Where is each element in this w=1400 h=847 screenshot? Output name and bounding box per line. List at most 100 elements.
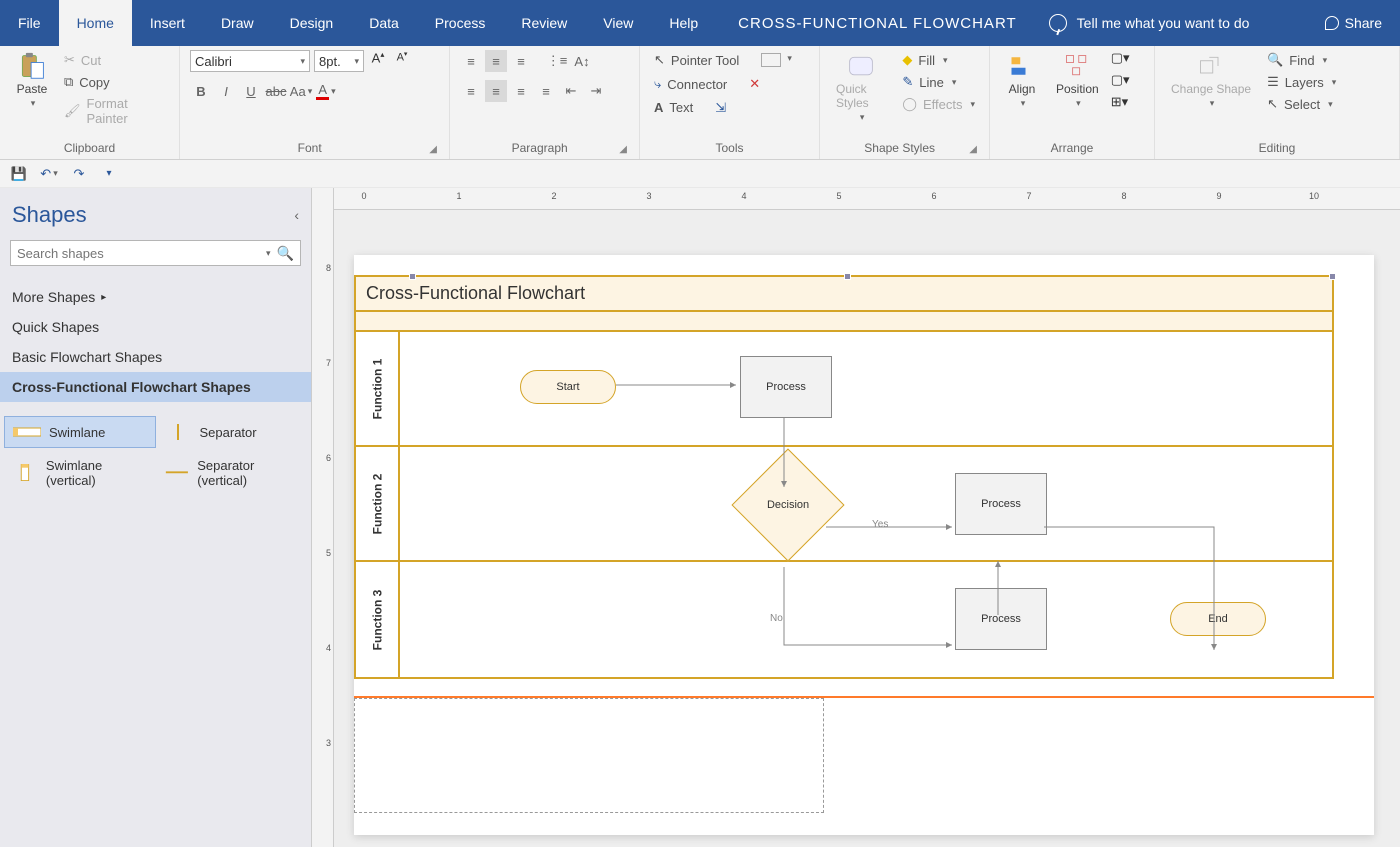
tab-view[interactable]: View bbox=[585, 0, 651, 46]
bring-front-button[interactable]: ▢▾ bbox=[1111, 50, 1130, 66]
format-painter-button[interactable]: 🖌Format Painter bbox=[60, 94, 169, 128]
italic-button[interactable]: I bbox=[215, 80, 237, 102]
shrink-font-button[interactable]: A▾ bbox=[392, 50, 412, 72]
tab-draw[interactable]: Draw bbox=[203, 0, 272, 46]
drawing-canvas[interactable]: Cross-Functional Flowchart Function 1 St… bbox=[334, 210, 1400, 847]
redo-button[interactable]: ↷ bbox=[70, 165, 88, 183]
vertical-ruler[interactable]: 8 7 6 5 4 3 bbox=[312, 188, 334, 847]
align-middle-button[interactable]: ≡ bbox=[485, 50, 507, 72]
decision-shape[interactable]: Decision bbox=[731, 448, 844, 561]
share-button[interactable]: Share bbox=[1307, 0, 1400, 46]
underline-button[interactable]: U bbox=[240, 80, 262, 102]
selection-handle[interactable] bbox=[409, 273, 416, 280]
save-button[interactable]: 💾 bbox=[10, 165, 28, 183]
align-left-button[interactable]: ≡ bbox=[460, 80, 482, 102]
font-size-combo[interactable]: 8pt.▾ bbox=[314, 50, 364, 72]
grow-font-button[interactable]: A▴ bbox=[368, 50, 388, 72]
stencil-separator[interactable]: Separator bbox=[156, 416, 308, 448]
swimlane-1-label[interactable]: Function 1 bbox=[356, 332, 400, 445]
shape-styles-dialog-launcher[interactable]: ◢ bbox=[969, 144, 979, 157]
send-back-button[interactable]: ▢▾ bbox=[1111, 72, 1130, 88]
font-color-button[interactable]: A▾ bbox=[315, 80, 337, 102]
bullets-button[interactable]: ⋮≡ bbox=[546, 50, 568, 72]
flowchart-title[interactable]: Cross-Functional Flowchart bbox=[356, 277, 1332, 312]
tab-process[interactable]: Process bbox=[417, 0, 504, 46]
copy-button[interactable]: ⧉Copy bbox=[60, 72, 169, 92]
tab-data[interactable]: Data bbox=[351, 0, 417, 46]
start-shape[interactable]: Start bbox=[520, 370, 616, 404]
group-button[interactable]: ⊞▾ bbox=[1111, 94, 1130, 110]
end-shape[interactable]: End bbox=[1170, 602, 1266, 636]
tab-insert[interactable]: Insert bbox=[132, 0, 203, 46]
position-button[interactable]: Position▾ bbox=[1050, 50, 1105, 111]
increase-indent-button[interactable]: ⇥ bbox=[585, 80, 607, 102]
decrease-indent-button[interactable]: ⇤ bbox=[560, 80, 582, 102]
swimlane-2-label[interactable]: Function 2 bbox=[356, 447, 400, 560]
cat-basic-flowchart[interactable]: Basic Flowchart Shapes bbox=[0, 342, 311, 372]
tab-design[interactable]: Design bbox=[272, 0, 352, 46]
delete-icon[interactable]: ✕ bbox=[749, 76, 760, 92]
cut-button[interactable]: ✂Cut bbox=[60, 50, 169, 70]
flowchart-phase-bar[interactable] bbox=[356, 312, 1332, 332]
stencil-swimlane-vertical[interactable]: Swimlane (vertical) bbox=[4, 452, 156, 494]
collapse-pane-button[interactable]: ‹ bbox=[294, 207, 299, 223]
align-top-button[interactable]: ≡ bbox=[460, 50, 482, 72]
process-shape-3[interactable]: Process bbox=[955, 588, 1047, 650]
stencil-separator-vertical[interactable]: Separator (vertical) bbox=[156, 452, 308, 494]
align-button[interactable]: Align▾ bbox=[1000, 50, 1044, 111]
flowchart-container[interactable]: Cross-Functional Flowchart Function 1 St… bbox=[354, 275, 1334, 679]
fill-button[interactable]: ◆Fill▾ bbox=[898, 50, 979, 70]
shapes-search-box[interactable]: ▾ 🔍 bbox=[10, 240, 301, 266]
pointer-tool-button[interactable]: ↖Pointer Tool bbox=[650, 50, 743, 70]
swimlane-3[interactable]: Function 3 Process End bbox=[356, 562, 1332, 677]
swimlane-2[interactable]: Function 2 Decision Process bbox=[356, 447, 1332, 562]
stencil-swimlane[interactable]: Swimlane bbox=[4, 416, 156, 448]
connector-tool-button[interactable]: ⤷Connector bbox=[650, 74, 731, 94]
selection-handle[interactable] bbox=[1329, 273, 1336, 280]
align-center-button[interactable]: ≡ bbox=[485, 80, 507, 102]
horizontal-ruler[interactable]: 0 1 2 3 4 5 6 7 8 9 10 bbox=[334, 188, 1400, 210]
drawing-page[interactable]: Cross-Functional Flowchart Function 1 St… bbox=[354, 255, 1374, 835]
align-right-button[interactable]: ≡ bbox=[510, 80, 532, 102]
undo-button[interactable]: ↶▾ bbox=[40, 165, 58, 183]
process-shape-2[interactable]: Process bbox=[955, 473, 1047, 535]
change-shape-button[interactable]: Change Shape▾ bbox=[1165, 50, 1257, 111]
shape-styles-group-label: Shape Styles bbox=[830, 141, 969, 157]
shapes-search-input[interactable] bbox=[17, 246, 264, 261]
search-dropdown-icon[interactable]: ▾ bbox=[266, 248, 271, 259]
text-tool-button[interactable]: AText bbox=[650, 98, 697, 117]
text-direction-button[interactable]: A↕ bbox=[571, 50, 593, 72]
cat-cross-functional[interactable]: Cross-Functional Flowchart Shapes bbox=[0, 372, 311, 402]
connection-point-icon[interactable]: ⇲ bbox=[715, 100, 726, 116]
strike-button[interactable]: abc bbox=[265, 80, 287, 102]
search-icon[interactable]: 🔍 bbox=[277, 245, 294, 262]
fill-swatch-button[interactable] bbox=[761, 53, 781, 67]
selection-handle[interactable] bbox=[844, 273, 851, 280]
cat-more-shapes[interactable]: More Shapes▸ bbox=[0, 282, 311, 312]
swimlane-1[interactable]: Function 1 Start Process bbox=[356, 332, 1332, 447]
tab-home[interactable]: Home bbox=[59, 0, 132, 46]
paste-button[interactable]: Paste ▾ bbox=[10, 50, 54, 111]
paragraph-dialog-launcher[interactable]: ◢ bbox=[619, 144, 629, 157]
tab-help[interactable]: Help bbox=[651, 0, 716, 46]
font-family-combo[interactable]: Calibri▾ bbox=[190, 50, 310, 72]
line-button[interactable]: ✎Line▾ bbox=[898, 72, 979, 92]
canvas-wrap: 8 7 6 5 4 3 0 1 2 3 4 5 6 7 8 9 10 bbox=[312, 188, 1400, 847]
qat-customize-button[interactable]: ▾ bbox=[100, 165, 118, 183]
quick-styles-button[interactable]: Quick Styles▾ bbox=[830, 50, 892, 125]
tab-file[interactable]: File bbox=[0, 0, 59, 46]
effects-button[interactable]: ◯Effects▾ bbox=[898, 94, 979, 114]
swimlane-3-label[interactable]: Function 3 bbox=[356, 562, 400, 677]
process-shape-1[interactable]: Process bbox=[740, 356, 832, 418]
font-dialog-launcher[interactable]: ◢ bbox=[429, 144, 439, 157]
tab-review[interactable]: Review bbox=[503, 0, 585, 46]
bold-button[interactable]: B bbox=[190, 80, 212, 102]
change-case-button[interactable]: Aa▾ bbox=[290, 80, 312, 102]
justify-button[interactable]: ≡ bbox=[535, 80, 557, 102]
cat-quick-shapes[interactable]: Quick Shapes bbox=[0, 312, 311, 342]
layers-button[interactable]: ☰Layers▾ bbox=[1263, 72, 1340, 92]
tell-me[interactable]: Tell me what you want to do bbox=[1039, 0, 1260, 46]
align-bottom-button[interactable]: ≡ bbox=[510, 50, 532, 72]
find-button[interactable]: 🔍Find▾ bbox=[1263, 50, 1340, 70]
select-button[interactable]: ↖Select▾ bbox=[1263, 94, 1340, 114]
